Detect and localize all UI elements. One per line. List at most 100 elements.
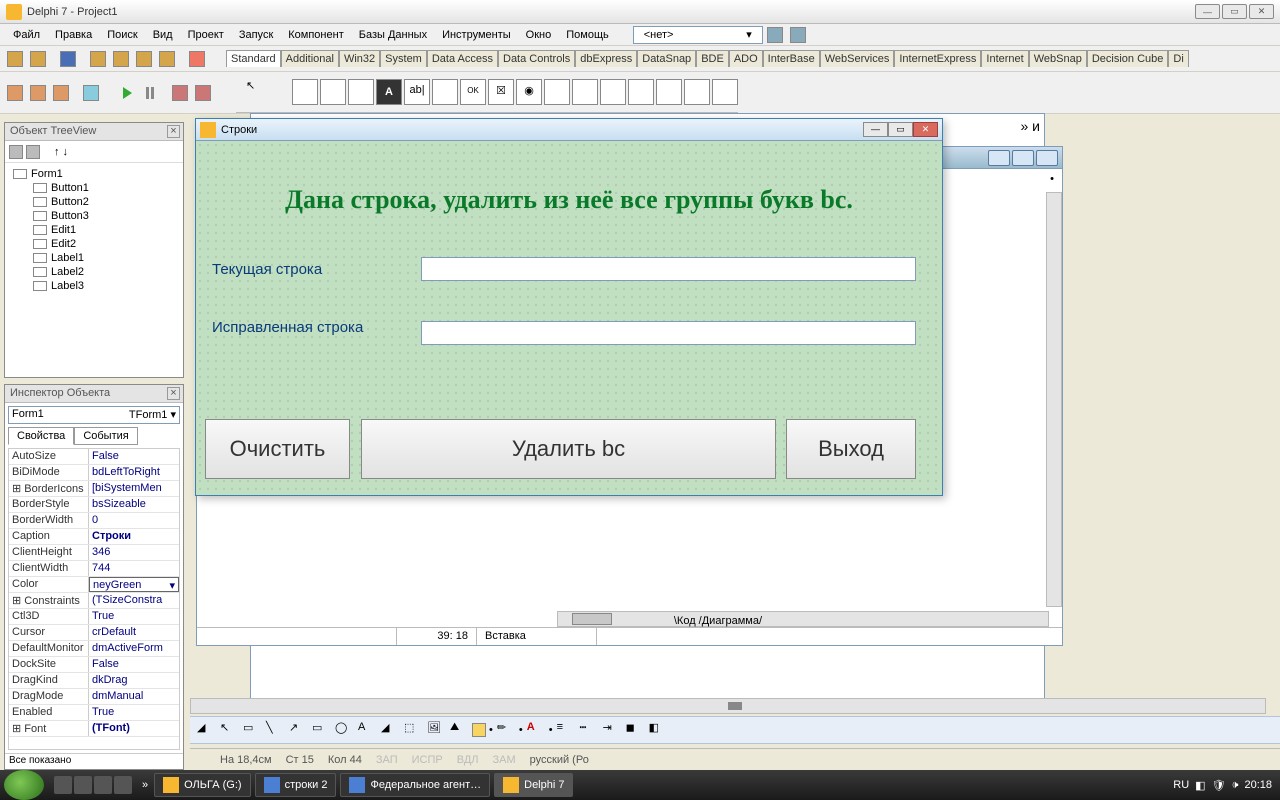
tree-down[interactable]: ↓ — [63, 146, 69, 158]
task-stroki[interactable]: строки 2 — [255, 773, 337, 797]
form-maximize[interactable]: ▭ — [888, 122, 913, 137]
prop-constraints[interactable]: Constraints(TSizeConstra — [9, 593, 179, 609]
button3-exit[interactable]: Выход — [786, 419, 916, 479]
tree-up[interactable]: ↑ — [54, 146, 60, 158]
lang-indicator[interactable]: RU — [1173, 779, 1189, 791]
tree-label1[interactable]: Label1 — [9, 251, 179, 265]
prop-enabled[interactable]: EnabledTrue — [9, 705, 179, 721]
tree-label2[interactable]: Label2 — [9, 265, 179, 279]
tb-run[interactable] — [116, 82, 138, 104]
code-min[interactable] — [988, 150, 1010, 166]
edit2[interactable] — [421, 321, 916, 345]
draw-autoshapes[interactable]: ▭ — [242, 720, 262, 740]
tab-additional[interactable]: Additional — [281, 50, 339, 67]
tab-datasnap[interactable]: DataSnap — [637, 50, 696, 67]
code-max[interactable] — [1012, 150, 1034, 166]
shadow[interactable]: ◼ — [625, 720, 645, 740]
comp-label-a[interactable]: A — [376, 79, 402, 105]
inspector-object-combo[interactable]: Form1 TForm1 ▾ — [8, 406, 180, 424]
comp-actionlist[interactable] — [712, 79, 738, 105]
edit1[interactable] — [421, 257, 916, 281]
comp-label[interactable] — [348, 79, 374, 105]
inspector-title[interactable]: Инспектор Объекта × — [5, 385, 183, 403]
draw-text[interactable]: A — [357, 720, 377, 740]
tab-dbexpress[interactable]: dbExpress — [575, 50, 637, 67]
prop-cursor[interactable]: CursorcrDefault — [9, 625, 179, 641]
tab-standard[interactable]: Standard — [226, 50, 281, 67]
tree-edit1[interactable]: Edit1 — [9, 223, 179, 237]
task-federal[interactable]: Федеральное агент… — [340, 773, 490, 797]
comp-edit[interactable]: ab| — [404, 79, 430, 105]
menu-project[interactable]: Проект — [181, 26, 231, 44]
task-olga[interactable]: ОЛЬГА (G:) — [154, 773, 250, 797]
doc-hscroll[interactable] — [190, 698, 1266, 714]
menu-file[interactable]: Файл — [6, 26, 47, 44]
tab-ado[interactable]: ADO — [729, 50, 763, 67]
prop-docksite[interactable]: DockSiteFalse — [9, 657, 179, 673]
line-weight[interactable]: ≡ — [556, 720, 576, 740]
form-titlebar[interactable]: Строки — ▭ ✕ — [196, 119, 942, 141]
prop-ctl3d[interactable]: Ctl3DTrue — [9, 609, 179, 625]
ql-4[interactable] — [114, 776, 132, 794]
comp-radiogroup[interactable] — [656, 79, 682, 105]
tree-label3[interactable]: Label3 — [9, 279, 179, 293]
tb-open[interactable] — [27, 48, 49, 70]
tab-win32[interactable]: Win32 — [339, 50, 380, 67]
fill-color[interactable] — [472, 723, 486, 737]
tb-add[interactable] — [133, 48, 155, 70]
prop-bidimode[interactable]: BiDiModebdLeftToRight — [9, 465, 179, 481]
comp-panel[interactable] — [684, 79, 710, 105]
menu-run[interactable]: Запуск — [232, 26, 280, 44]
comp-radio[interactable]: ◉ — [516, 79, 542, 105]
tb-remove[interactable] — [156, 48, 178, 70]
draw-picture[interactable]: ⛰ — [449, 720, 469, 740]
comp-arrow[interactable]: ↖ — [246, 79, 272, 105]
tree-tb-1[interactable] — [9, 145, 23, 159]
comp-listbox[interactable] — [544, 79, 570, 105]
draw-rect[interactable]: ▭ — [311, 720, 331, 740]
prop-autosize[interactable]: AutoSizeFalse — [9, 449, 179, 465]
prop-borderstyle[interactable]: BorderStylebsSizeable — [9, 497, 179, 513]
tab-internet[interactable]: Internet — [981, 50, 1028, 67]
tb-x1[interactable] — [764, 24, 786, 46]
property-grid[interactable]: AutoSizeFalseBiDiModebdLeftToRightBorder… — [8, 448, 180, 750]
label3-heading[interactable]: Дана строка, удалить из неё все группы б… — [212, 185, 926, 215]
tab-dataaccess[interactable]: Data Access — [427, 50, 498, 67]
label1[interactable]: Текущая строка — [212, 261, 322, 278]
close-icon[interactable]: × — [167, 387, 180, 400]
maximize-button[interactable]: ▭ — [1222, 4, 1247, 19]
tab-di[interactable]: Di — [1168, 50, 1188, 67]
prop-clientwidth[interactable]: ClientWidth744 — [9, 561, 179, 577]
clock[interactable]: 20:18 — [1244, 779, 1272, 791]
tb-form[interactable] — [4, 82, 26, 104]
prop-color[interactable]: ColorneyGreen▾ — [9, 577, 179, 593]
tab-inetexp[interactable]: InternetExpress — [894, 50, 981, 67]
start-button[interactable] — [4, 770, 44, 800]
prop-bordericons[interactable]: BorderIcons[biSystemMen — [9, 481, 179, 497]
prop-font[interactable]: Font(TFont) — [9, 721, 179, 737]
tab-system[interactable]: System — [380, 50, 427, 67]
menu-view[interactable]: Вид — [146, 26, 180, 44]
menu-help[interactable]: Помощь — [559, 26, 616, 44]
label2[interactable]: Исправленная строка — [212, 319, 363, 336]
tree-form1[interactable]: Form1 — [9, 167, 179, 181]
tab-datacontrols[interactable]: Data Controls — [498, 50, 575, 67]
tb-pause[interactable] — [139, 82, 161, 104]
tb-save[interactable] — [57, 48, 79, 70]
tb-help[interactable] — [186, 48, 208, 70]
comp-groupbox[interactable] — [628, 79, 654, 105]
menu-component[interactable]: Компонент — [281, 26, 350, 44]
tree-button3[interactable]: Button3 — [9, 209, 179, 223]
tree-edit2[interactable]: Edit2 — [9, 237, 179, 251]
3d[interactable]: ◧ — [648, 720, 668, 740]
draw-line[interactable]: ╲ — [265, 720, 285, 740]
draw-menu[interactable]: ◢ — [196, 720, 216, 740]
minimize-button[interactable]: — — [1195, 4, 1220, 19]
tb-newform[interactable] — [80, 82, 102, 104]
tb-open2[interactable] — [110, 48, 132, 70]
tab-interbase[interactable]: InterBase — [763, 50, 820, 67]
system-tray[interactable]: RU ◧ 🛡 🕩 20:18 — [1165, 779, 1280, 792]
dash-style[interactable]: ┅ — [579, 720, 599, 740]
prop-caption[interactable]: CaptionСтроки — [9, 529, 179, 545]
menu-search[interactable]: Поиск — [100, 26, 144, 44]
